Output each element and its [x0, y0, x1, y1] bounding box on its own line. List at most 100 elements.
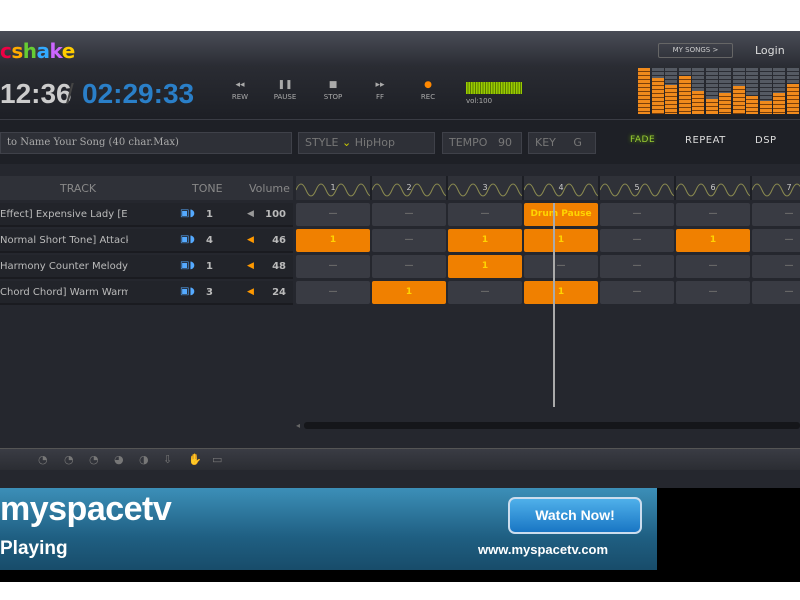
tone-value[interactable]: 1: [206, 261, 213, 272]
bar-marker[interactable]: 5: [600, 176, 676, 200]
song-name-input[interactable]: to Name Your Song (40 char.Max): [0, 132, 292, 154]
speaker-icon[interactable]: ◀: [247, 261, 254, 271]
bar-marker[interactable]: 4: [524, 176, 600, 200]
key-field[interactable]: KEY G: [528, 132, 596, 154]
pattern-cell[interactable]: —: [448, 281, 522, 304]
tone-icon[interactable]: ▣◗: [180, 286, 195, 297]
eq-level: [651, 78, 664, 114]
volume-value[interactable]: 100: [262, 209, 286, 220]
pattern-cell[interactable]: —: [600, 203, 674, 226]
ad-url[interactable]: www.myspacetv.com: [478, 542, 608, 557]
tone-icon[interactable]: ▣◗: [180, 234, 195, 245]
playhead[interactable]: [553, 203, 555, 407]
track-row[interactable]: Chord Chord] Warm Warm I ▣◗ 3 ◀ 24: [0, 281, 293, 305]
pattern-cell[interactable]: —: [448, 203, 522, 226]
pattern-cell[interactable]: —: [296, 281, 370, 304]
bar-marker[interactable]: 3: [448, 176, 524, 200]
eq-band: [678, 68, 691, 114]
tone-value[interactable]: 3: [206, 287, 213, 298]
volume-value[interactable]: 24: [262, 287, 286, 298]
horizontal-scrollbar[interactable]: [304, 422, 800, 429]
tool-icon-5[interactable]: ◑: [139, 453, 149, 466]
style-select[interactable]: STYLE ⌄ HipHop: [298, 132, 435, 154]
pattern-cell[interactable]: —: [524, 255, 598, 278]
eq-band: [692, 68, 704, 114]
bar-marker[interactable]: 6: [676, 176, 752, 200]
bar-marker[interactable]: 1: [296, 176, 372, 200]
pattern-cell[interactable]: —: [676, 255, 750, 278]
rec-button[interactable]: ● REC: [408, 80, 448, 101]
mp3-export-icon[interactable]: ⇩: [163, 453, 172, 466]
ad-banner[interactable]: myspacetv Playing Watch Now! www.myspace…: [0, 488, 657, 570]
ff-button[interactable]: ▸▸ FF: [360, 80, 400, 101]
pattern-row: — —1— — — —: [296, 255, 800, 279]
eq-level: [786, 84, 799, 114]
fast-forward-icon: ▸▸: [375, 80, 385, 90]
pattern-cell[interactable]: 1: [448, 255, 522, 278]
pattern-cell[interactable]: —: [600, 255, 674, 278]
tone-icon[interactable]: ▣◗: [180, 260, 195, 271]
dsp-toggle[interactable]: DSP: [755, 135, 777, 146]
pattern-row: — — — Drum Pause — — —: [296, 203, 800, 227]
bar-number: 5: [634, 183, 640, 192]
pattern-cell[interactable]: 1: [676, 229, 750, 252]
eq-band: [759, 68, 772, 114]
repeat-toggle[interactable]: REPEAT: [685, 135, 726, 146]
pattern-cell[interactable]: 1: [448, 229, 522, 252]
pattern-cell[interactable]: —: [296, 255, 370, 278]
track-row[interactable]: Harmony Counter Melody] C ▣◗ 1 ◀ 48: [0, 255, 293, 279]
bar-marker[interactable]: 7: [752, 176, 800, 200]
tempo-field[interactable]: TEMPO 90: [442, 132, 522, 154]
speaker-icon[interactable]: ◀: [247, 235, 254, 245]
volume-value[interactable]: 46: [262, 235, 286, 246]
eq-band: [786, 68, 799, 114]
pattern-cell[interactable]: 1: [372, 281, 446, 304]
tool-icon-2[interactable]: ◔: [64, 453, 74, 466]
volume-value[interactable]: 48: [262, 261, 286, 272]
bar-number: 1: [330, 183, 336, 192]
tone-value[interactable]: 4: [206, 235, 213, 246]
track-row[interactable]: Effect] Expensive Lady [E ▣◗ 1 ◀ 100: [0, 203, 293, 227]
pattern-cell[interactable]: —: [752, 203, 800, 226]
track-name[interactable]: Harmony Counter Melody] C: [0, 261, 128, 272]
tool-icon-1[interactable]: ◔: [38, 453, 48, 466]
stop-button[interactable]: ■ STOP: [313, 80, 353, 101]
bar-marker[interactable]: 2: [372, 176, 448, 200]
pattern-cell[interactable]: —: [676, 281, 750, 304]
pattern-cell[interactable]: —: [752, 281, 800, 304]
scroll-left-icon[interactable]: ◂: [296, 421, 300, 430]
pattern-cell[interactable]: —: [372, 255, 446, 278]
pause-button[interactable]: ❚❚ PAUSE: [265, 80, 305, 101]
track-name[interactable]: Normal Short Tone] Attack I: [0, 235, 128, 246]
pattern-cell[interactable]: —: [600, 281, 674, 304]
tool-icon-4[interactable]: ◕: [114, 453, 124, 466]
tone-icon[interactable]: ▣◗: [180, 208, 195, 219]
pattern-cell[interactable]: —: [372, 203, 446, 226]
pattern-cell[interactable]: —: [600, 229, 674, 252]
pattern-cell[interactable]: 1: [524, 281, 598, 304]
bar-number: 4: [558, 183, 564, 192]
tone-value[interactable]: 1: [206, 209, 213, 220]
window-icon[interactable]: ▭: [212, 453, 222, 466]
pattern-cell[interactable]: 1: [524, 229, 598, 252]
rew-button[interactable]: ◂◂ REW: [220, 80, 260, 101]
pattern-cell[interactable]: —: [372, 229, 446, 252]
track-name[interactable]: Effect] Expensive Lady [E: [0, 209, 128, 220]
pattern-cell[interactable]: 1: [296, 229, 370, 252]
tool-icon-7[interactable]: ✋: [188, 453, 202, 466]
login-link[interactable]: Login: [755, 44, 785, 57]
pattern-cell[interactable]: —: [296, 203, 370, 226]
speaker-icon[interactable]: ◀: [247, 209, 254, 219]
pattern-cell[interactable]: —: [752, 229, 800, 252]
pattern-cell[interactable]: —: [676, 203, 750, 226]
pattern-cell[interactable]: Drum Pause: [524, 203, 598, 226]
fade-toggle[interactable]: FADE: [630, 135, 655, 145]
track-name[interactable]: Chord Chord] Warm Warm I: [0, 287, 128, 298]
watch-now-button[interactable]: Watch Now!: [508, 497, 642, 534]
pattern-cell[interactable]: —: [752, 255, 800, 278]
speaker-icon[interactable]: ◀: [247, 287, 254, 297]
my-songs-button[interactable]: MY SONGS >: [658, 43, 733, 58]
tool-icon-3[interactable]: ◔: [89, 453, 99, 466]
track-row[interactable]: Normal Short Tone] Attack I ▣◗ 4 ◀ 46: [0, 229, 293, 253]
volume-meter[interactable]: [466, 82, 522, 94]
